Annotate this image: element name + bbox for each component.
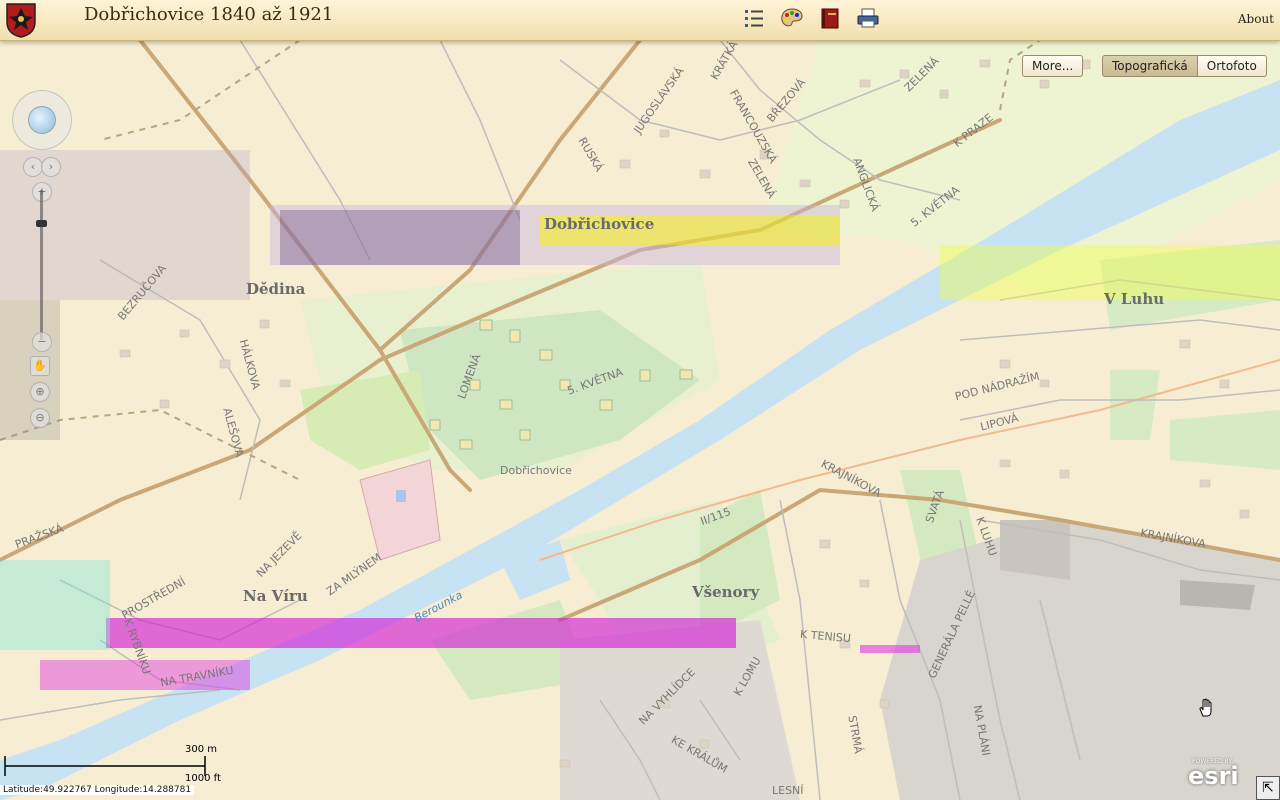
scale-metric-label: 300 m bbox=[185, 744, 218, 755]
zoom-box-out-icon[interactable]: ⊖ bbox=[30, 408, 50, 428]
place-label: V Luhu bbox=[1104, 290, 1165, 308]
place-label: Všenory bbox=[692, 583, 760, 601]
app-header: Dobřichovice 1840 až 1921 About bbox=[0, 0, 1280, 41]
esri-brand-text: esri bbox=[1188, 762, 1239, 790]
palette-icon[interactable] bbox=[780, 6, 804, 30]
place-label: Na Víru bbox=[243, 587, 308, 605]
coat-of-arms-logo bbox=[6, 3, 36, 38]
pan-hand-icon[interactable]: ✋ bbox=[30, 356, 50, 376]
place-label: Dědina bbox=[246, 280, 306, 298]
map-navigation-control: ‹ › + − ✋ ⊕ ⊖ bbox=[8, 90, 74, 430]
legend-list-icon[interactable] bbox=[742, 6, 766, 30]
place-label: Dobřichovice bbox=[544, 215, 655, 233]
basemap-topograficka-button[interactable]: Topografická bbox=[1102, 55, 1198, 77]
book-icon[interactable] bbox=[818, 6, 842, 30]
hand-cursor-icon bbox=[1199, 698, 1212, 717]
zoom-slider-thumb[interactable] bbox=[36, 220, 47, 227]
about-link[interactable]: About bbox=[1238, 12, 1274, 26]
basemap-toggle: Topografická Ortofoto bbox=[1102, 55, 1267, 77]
esri-logo: POWERED BY esri bbox=[1188, 758, 1250, 792]
zoom-out-button[interactable]: − bbox=[32, 332, 52, 352]
page-title: Dobřichovice 1840 až 1921 bbox=[84, 4, 334, 25]
scale-imperial-label: 1000 ft bbox=[185, 773, 221, 784]
zoom-slider-track bbox=[40, 190, 43, 340]
topographic-basemap bbox=[0, 40, 1280, 800]
full-extent-globe-icon[interactable] bbox=[28, 106, 56, 134]
more-basemaps-button[interactable]: More... bbox=[1022, 55, 1084, 77]
map-view[interactable]: Dobřichovice Dědina V Luhu Na Víru Všeno… bbox=[0, 40, 1280, 800]
basemap-ortofoto-button[interactable]: Ortofoto bbox=[1197, 55, 1267, 77]
overview-map-toggle-icon[interactable]: ⇱ bbox=[1256, 776, 1280, 800]
place-label: Dobřichovice bbox=[500, 464, 572, 477]
printer-icon[interactable] bbox=[856, 6, 880, 30]
street-label: LESNÍ bbox=[772, 784, 804, 797]
cursor-coordinates: Latitude:49.922767 Longitude:14.288781 bbox=[0, 785, 195, 795]
header-toolbar bbox=[742, 6, 880, 30]
zoom-slider[interactable] bbox=[36, 190, 47, 340]
next-extent-button[interactable]: › bbox=[41, 157, 61, 177]
previous-extent-button[interactable]: ‹ bbox=[23, 157, 43, 177]
zoom-box-in-icon[interactable]: ⊕ bbox=[30, 382, 50, 402]
